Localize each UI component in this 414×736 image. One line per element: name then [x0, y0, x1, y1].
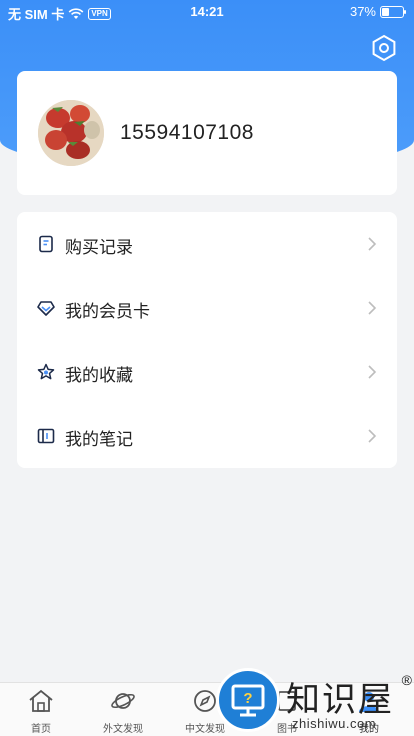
receipt-icon [39, 235, 53, 253]
menu-item-label: 我的会员卡 [65, 302, 150, 321]
chevron-right-icon [368, 365, 377, 379]
battery-icon [380, 5, 406, 18]
watermark: ? 知识屋 ® zhishiwu.com [216, 668, 414, 736]
chevron-right-icon [368, 237, 377, 251]
status-bar: 无 SIM 卡 VPN 14:21 37% [0, 0, 414, 24]
tab-foreign-discover[interactable]: 外文发现 [82, 683, 164, 736]
menu-card: 购买记录 我的会员卡 我的收藏 我的笔记 [17, 212, 397, 468]
planet-icon [111, 693, 135, 709]
tab-label: 首页 [31, 724, 51, 735]
watermark-brand: 知识屋 [286, 680, 394, 720]
battery-percent: 37% [349, 4, 376, 19]
monitor-question-icon: ? [231, 684, 265, 717]
star-icon [37, 363, 55, 380]
notebook-icon [37, 428, 55, 444]
phone-number: 15594107108 [120, 121, 254, 144]
watermark-registered: ® [401, 672, 412, 688]
menu-item-label: 我的收藏 [65, 366, 133, 385]
home-icon [29, 689, 53, 712]
menu-item-purchase-records[interactable]: 购买记录 [17, 212, 397, 276]
battery-fill [382, 7, 389, 16]
profile-card[interactable]: 15594107108 [17, 71, 397, 195]
menu-item-membership-card[interactable]: 我的会员卡 [17, 276, 397, 340]
strawberry-avatar-image [38, 100, 104, 166]
watermark-badge: ? [216, 668, 280, 732]
diamond-icon [37, 301, 55, 316]
watermark-domain: zhishiwu.com [292, 716, 377, 731]
menu-item-label: 我的笔记 [65, 430, 133, 449]
compass-icon [194, 690, 216, 712]
menu-item-label: 购买记录 [65, 238, 133, 257]
chevron-right-icon [368, 301, 377, 315]
avatar[interactable] [38, 100, 104, 166]
settings-hexagon-icon[interactable] [370, 34, 398, 62]
status-right: 37% [349, 4, 406, 19]
tab-label: 外文发现 [103, 724, 143, 735]
chevron-right-icon [368, 429, 377, 443]
menu-item-favorites[interactable]: 我的收藏 [17, 340, 397, 404]
tab-home[interactable]: 首页 [0, 683, 82, 736]
menu-item-notes[interactable]: 我的笔记 [17, 404, 397, 468]
svg-text:?: ? [243, 690, 252, 707]
